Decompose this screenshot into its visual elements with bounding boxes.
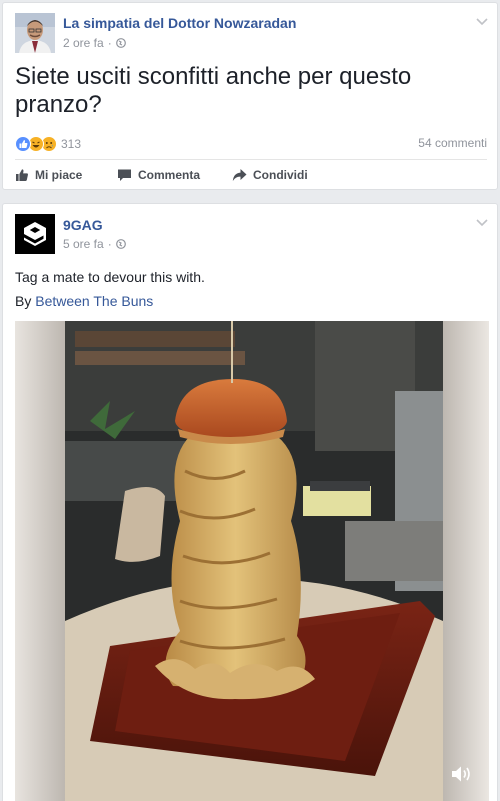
post-meta: 2 ore fa ·	[63, 36, 126, 50]
comment-bubble-icon	[118, 169, 131, 181]
video-player[interactable]	[15, 321, 489, 801]
post-card-2: 9GAG 5 ore fa · Tag a mate to devour thi…	[2, 203, 498, 801]
post-card-1: La simpatia del Dottor Nowzaradan 2 ore …	[2, 2, 498, 190]
like-label: Mi piace	[35, 168, 83, 182]
share-label: Condividi	[253, 168, 308, 182]
reaction-count: 313	[61, 137, 82, 151]
chevron-down-icon[interactable]	[475, 17, 489, 27]
video-frame-image	[15, 321, 489, 801]
post-timestamp[interactable]: 5 ore fa	[63, 237, 104, 251]
9gag-logo-icon	[24, 222, 46, 246]
meta-separator: ·	[107, 237, 112, 251]
volume-icon[interactable]	[451, 765, 473, 783]
page-avatar[interactable]	[15, 13, 55, 53]
share-button[interactable]: Condividi	[232, 168, 308, 182]
byline-link[interactable]: Between The Buns	[35, 293, 153, 309]
page-name-link[interactable]: 9GAG	[63, 217, 103, 233]
byline-prefix: By	[15, 293, 32, 309]
globe-icon	[115, 38, 126, 48]
share-arrow-icon	[232, 169, 247, 181]
page-name-link[interactable]: La simpatia del Dottor Nowzaradan	[63, 15, 296, 31]
post-text: Siete usciti sconfitti anche per questo …	[15, 63, 412, 118]
post-text: Tag a mate to devour this with.	[15, 269, 205, 285]
like-button[interactable]: Mi piace	[15, 168, 82, 182]
post-timestamp[interactable]: 2 ore fa	[63, 36, 104, 50]
globe-icon	[115, 239, 126, 249]
like-reaction-icon	[15, 136, 31, 152]
post-meta: 5 ore fa ·	[63, 237, 126, 251]
comment-button[interactable]: Commenta	[117, 168, 200, 182]
comments-count-link[interactable]: 54 commenti	[418, 136, 487, 150]
9gag-logo-avatar[interactable]	[15, 214, 55, 254]
comment-label: Commenta	[138, 168, 201, 182]
meta-separator: ·	[107, 36, 112, 50]
action-divider	[15, 159, 487, 160]
thumbs-up-icon	[16, 169, 28, 181]
chevron-down-icon[interactable]	[475, 218, 489, 228]
reactions-summary[interactable]: 313	[15, 136, 81, 152]
byline: By Between The Buns	[15, 293, 153, 309]
